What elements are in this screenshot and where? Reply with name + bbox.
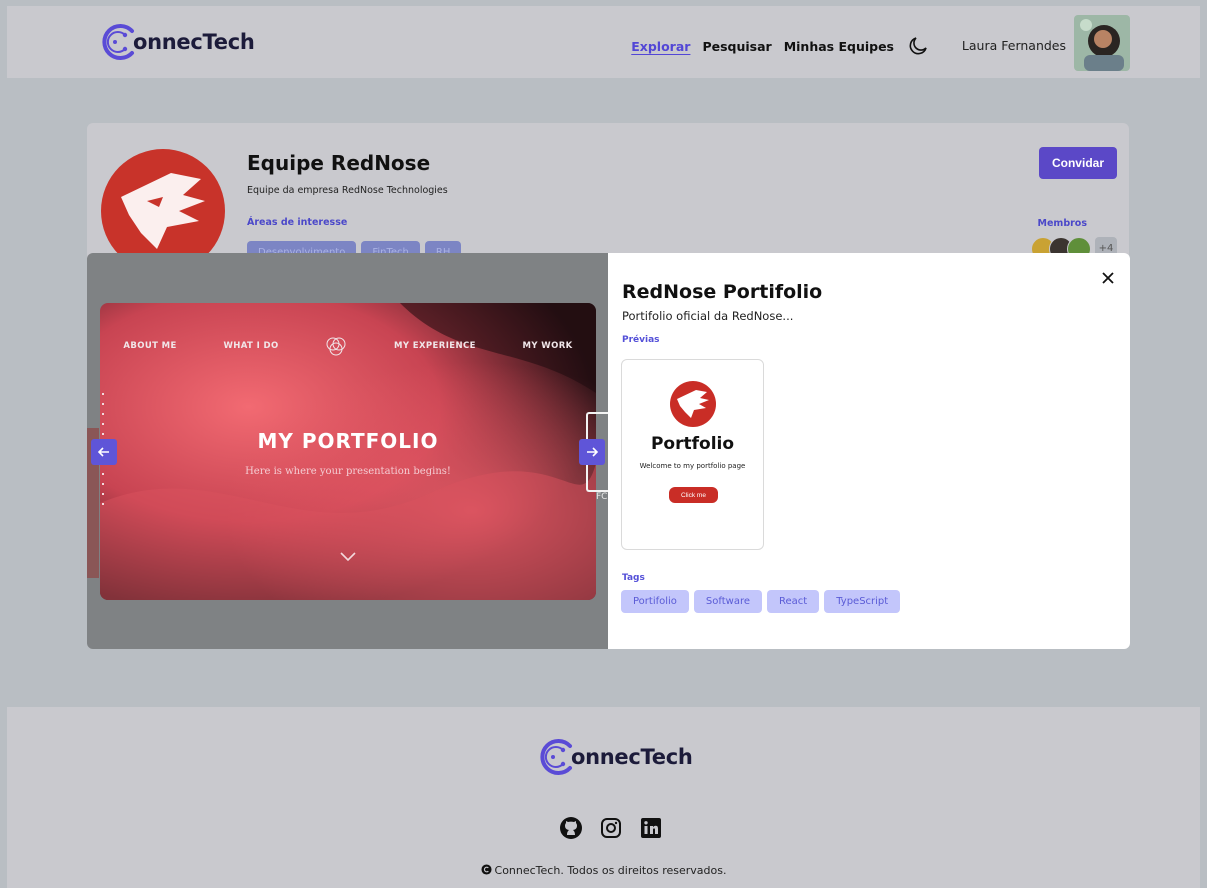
tag-chip[interactable]: Software: [693, 590, 763, 613]
moon-icon[interactable]: [908, 36, 928, 56]
tag-chip[interactable]: React: [767, 590, 820, 613]
tags-label: Tags: [622, 573, 645, 583]
nav-my-teams[interactable]: Minhas Equipes: [784, 39, 894, 54]
modal-title: RedNose Portifolio: [622, 281, 823, 303]
brand-name: onnecTech: [133, 30, 255, 54]
slide-dot: [102, 503, 104, 505]
header-logo[interactable]: onnecTech: [99, 22, 255, 62]
tag-chip[interactable]: Portifolio: [621, 590, 689, 613]
copyright-icon: [480, 864, 492, 875]
slide-dot: [102, 413, 104, 415]
user-avatar[interactable]: [1074, 15, 1130, 71]
arrow-left-icon: [97, 447, 109, 457]
slide-nav-item: WHAT I DO: [223, 341, 279, 351]
site-footer: onnecTech ConnecTech. Todos os direitos …: [7, 707, 1200, 888]
site-header: onnecTech Explorar Pesquisar Minhas Equi…: [7, 6, 1200, 78]
slide-logo-icon: [326, 337, 346, 356]
main-nav: Explorar Pesquisar Minhas Equipes: [631, 36, 928, 56]
members-label: Membros: [1037, 218, 1087, 229]
slide-dot: [102, 423, 104, 425]
copyright-text: ConnecTech. Todos os direitos reservados…: [494, 864, 727, 877]
connectech-logo-icon: [102, 24, 134, 60]
areas-label: Áreas de interesse: [247, 217, 348, 228]
linkedin-icon[interactable]: [639, 816, 663, 840]
nav-explore[interactable]: Explorar: [631, 39, 690, 54]
previews-label: Prévias: [622, 335, 660, 345]
copyright: ConnecTech. Todos os direitos reservados…: [7, 864, 1200, 877]
slide-dot: [102, 403, 104, 405]
nav-search[interactable]: Pesquisar: [702, 39, 771, 54]
brand-name: onnecTech: [571, 745, 693, 769]
slide-title: MY PORTFOLIO: [257, 429, 439, 453]
preview-subtitle: Welcome to my portfolio page: [639, 462, 746, 470]
chevron-down-icon: [340, 552, 356, 562]
github-icon[interactable]: [559, 816, 583, 840]
slide-nav-item: ABOUT ME: [123, 341, 177, 351]
footer-logo[interactable]: onnecTech: [537, 737, 693, 777]
team-title: Equipe RedNose: [247, 151, 431, 175]
tag-chip[interactable]: TypeScript: [824, 590, 901, 613]
slide-nav-item: MY WORK: [522, 341, 573, 351]
team-description: Equipe da empresa RedNose Technologies: [247, 185, 448, 196]
slide-dot: [102, 493, 104, 495]
preview-cta-button[interactable]: Click me: [669, 487, 718, 503]
close-icon: [1102, 272, 1114, 284]
slide-dot: [102, 483, 104, 485]
modal-description: Portifolio oficial da RedNose...: [622, 309, 794, 323]
preview-title: Portfolio: [650, 434, 735, 454]
prev-slide-button[interactable]: [91, 439, 117, 465]
slide-nav-item: MY EXPERIENCE: [394, 341, 476, 351]
social-links: [559, 816, 663, 840]
preview-thumbnail[interactable]: Portfolio Welcome to my portfolio page C…: [621, 359, 764, 550]
arrow-right-icon: [587, 447, 599, 457]
connectech-logo-icon: [540, 739, 572, 775]
user-name[interactable]: Laura Fernandes: [962, 38, 1066, 53]
invite-button[interactable]: Convidar: [1038, 147, 1117, 179]
avatar-image: [1074, 15, 1130, 71]
slide-nav: ABOUT ME WHAT I DO MY EXPERIENCE MY WORK: [100, 335, 596, 357]
next-slide-button[interactable]: [579, 439, 605, 465]
next-slide-text: FC: [596, 492, 608, 502]
tag-list: Portifolio Software React TypeScript: [621, 590, 901, 613]
rednose-logo-icon: [670, 381, 716, 427]
slide-dot: [102, 393, 104, 395]
close-modal-button[interactable]: [1098, 268, 1118, 288]
preview-slide: ABOUT ME WHAT I DO MY EXPERIENCE MY WORK…: [100, 303, 596, 600]
slide-subtitle: Here is where your presentation begins!: [245, 466, 451, 477]
instagram-icon[interactable]: [599, 816, 623, 840]
